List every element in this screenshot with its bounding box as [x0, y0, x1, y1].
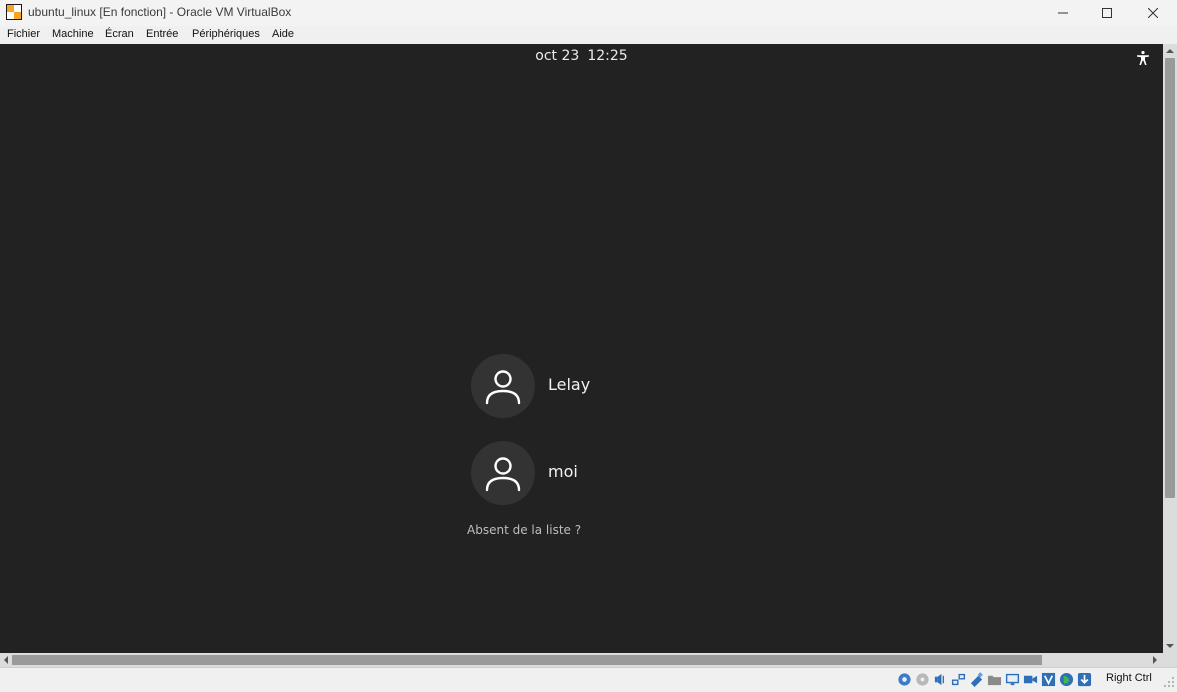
clock-time: 12:25	[587, 48, 628, 64]
window-titlebar: ubuntu_linux [En fonction] - Oracle VM V…	[0, 0, 1177, 26]
user-item-lelay[interactable]: Lelay	[471, 354, 731, 418]
user-name: moi	[548, 462, 578, 481]
close-button[interactable]	[1130, 0, 1176, 26]
menu-entree[interactable]: Entrée	[146, 28, 178, 40]
minimize-button[interactable]	[1040, 0, 1086, 26]
minimize-icon	[1058, 12, 1068, 14]
display-icon[interactable]	[1005, 672, 1020, 687]
menu-aide[interactable]: Aide	[272, 28, 294, 40]
host-key-icon[interactable]	[1077, 672, 1092, 687]
mouse-integration-icon[interactable]	[1059, 672, 1074, 687]
user-item-moi[interactable]: moi	[471, 441, 731, 505]
horizontal-scroll-thumb[interactable]	[12, 655, 1042, 665]
maximize-button[interactable]	[1084, 0, 1130, 26]
vertical-scrollbar[interactable]	[1163, 44, 1177, 653]
avatar	[471, 354, 535, 418]
virtualization-icon[interactable]	[1041, 672, 1056, 687]
hard-disk-icon[interactable]	[897, 672, 912, 687]
clock-date: oct 23	[535, 48, 580, 64]
menu-machine[interactable]: Machine	[52, 28, 94, 40]
scroll-left-arrow-icon[interactable]	[1, 655, 11, 665]
horizontal-scrollbar[interactable]	[0, 653, 1163, 667]
menu-ecran[interactable]: Écran	[105, 28, 134, 40]
avatar	[471, 441, 535, 505]
user-icon	[485, 370, 521, 405]
vm-display[interactable]: oct 23 12:25 Lelay moi Absent de la liste…	[0, 44, 1163, 653]
scroll-right-arrow-icon[interactable]	[1150, 655, 1160, 665]
status-icons	[897, 670, 1092, 688]
menu-peripheriques[interactable]: Périphériques	[192, 28, 260, 40]
maximize-icon	[1102, 8, 1112, 18]
scroll-down-arrow-icon[interactable]	[1165, 641, 1175, 651]
accessibility-icon[interactable]	[1135, 50, 1151, 66]
not-listed-link[interactable]: Absent de la liste ?	[467, 523, 581, 537]
user-icon	[485, 457, 521, 492]
user-name: Lelay	[548, 375, 591, 394]
shared-folders-icon[interactable]	[987, 672, 1002, 687]
optical-drive-icon[interactable]	[915, 672, 930, 687]
vertical-scroll-thumb[interactable]	[1165, 58, 1175, 498]
virtualbox-app-icon	[6, 4, 22, 20]
scrollbar-corner	[1163, 653, 1177, 667]
video-capture-icon[interactable]	[1023, 672, 1038, 687]
network-icon[interactable]	[951, 672, 966, 687]
scroll-up-arrow-icon[interactable]	[1165, 46, 1175, 56]
menu-fichier[interactable]: Fichier	[7, 28, 40, 40]
top-bar-clock[interactable]: oct 23 12:25	[0, 48, 1163, 64]
close-icon	[1148, 8, 1158, 18]
status-bar: Right Ctrl	[0, 667, 1177, 692]
resize-grip-icon[interactable]	[1163, 676, 1175, 688]
usb-icon[interactable]	[969, 671, 984, 687]
host-key-label: Right Ctrl	[1106, 672, 1152, 684]
menu-bar: Fichier Machine Écran Entrée Périphériqu…	[0, 26, 1177, 45]
window-title: ubuntu_linux [En fonction] - Oracle VM V…	[28, 5, 292, 19]
audio-icon[interactable]	[933, 672, 948, 687]
